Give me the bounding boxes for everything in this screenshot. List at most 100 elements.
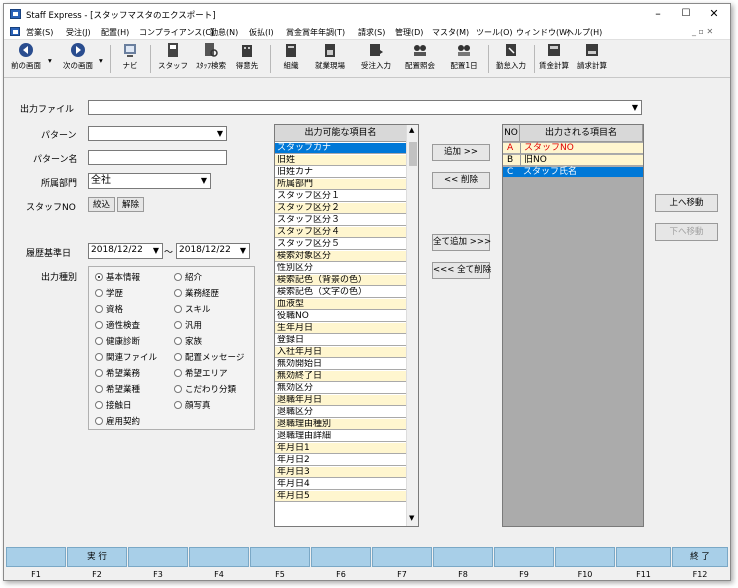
available-item[interactable]: 性別区分 [275,263,406,274]
minimize-button[interactable]: – [648,6,668,22]
clear-button[interactable]: 解除 [117,197,144,212]
radio-assign-message[interactable]: 配置メッセージ [174,351,244,363]
f6-button[interactable] [311,547,371,567]
f8-button[interactable] [433,547,493,567]
department-select[interactable]: 全社 ▼ [88,173,211,189]
radio-health-check[interactable]: 健康診断 [95,335,140,347]
menu-window[interactable]: ウィンドウ(W) [516,27,570,38]
available-item[interactable]: 入社年月日 [275,347,406,358]
radio-related-file[interactable]: 関連ファイル [95,351,157,363]
menu-payroll[interactable]: 賞金賞年年調(T) [286,27,345,38]
available-item[interactable]: 無効開始日 [275,359,406,370]
f11-button[interactable] [616,547,671,567]
prev-screen-button[interactable]: 前の画面 [6,42,46,71]
radio-contact-date[interactable]: 接触日 [95,399,132,411]
add-button[interactable]: 追加 >> [432,144,490,161]
navi-button[interactable]: ナビ [116,42,144,71]
available-item[interactable]: 退職理由詳細 [275,431,406,442]
menu-advance[interactable]: 仮払(I) [249,27,274,38]
billing-calc-button[interactable]: 請求計算 [574,42,610,71]
payroll-calc-button[interactable]: 賃金計算 [536,42,572,71]
client-button[interactable]: 得意先 [232,42,262,71]
date-to-field[interactable]: 2018/12/22 ▼ [176,243,250,259]
available-item[interactable]: 検索記色（背景の色） [275,275,406,286]
radio-work-history[interactable]: 業務経歴 [174,287,219,299]
next-dropdown-icon[interactable]: ▾ [99,56,103,65]
available-item[interactable]: 無効区分 [275,383,406,394]
chevron-down-icon[interactable]: ▼ [150,244,162,257]
pattern-select[interactable]: ▼ [88,126,227,141]
available-item[interactable]: 生年月日 [275,323,406,334]
maximize-button[interactable]: ☐ [676,6,696,22]
radio-desired-industry[interactable]: 希望業種 [95,383,140,395]
available-item[interactable]: 年月日2 [275,455,406,466]
radio-skill[interactable]: スキル [174,303,211,315]
available-item[interactable]: 旧姓カナ [275,167,406,178]
output-file-field[interactable]: ▼ [88,100,642,115]
available-item[interactable]: 退職理由種別 [275,419,406,430]
output-row[interactable]: B 旧NO [503,155,643,166]
chevron-down-icon[interactable]: ▼ [237,244,249,257]
radio-qualification[interactable]: 資格 [95,303,123,315]
f1-button[interactable] [6,547,66,567]
available-item[interactable]: 役職NO [275,311,406,322]
available-item[interactable]: 年月日4 [275,479,406,490]
available-item[interactable]: 無効終了日 [275,371,406,382]
attendance-input-button[interactable]: 勤怠入力 [492,42,530,71]
f12-exit-button[interactable]: 終 了 [672,547,728,567]
close-button[interactable]: ✕ [704,6,724,22]
available-item[interactable]: スタッフ区分４ [275,227,406,238]
radio-employment-contract[interactable]: 雇用契約 [95,415,140,427]
prev-dropdown-icon[interactable]: ▾ [48,56,52,65]
assignment-day-button[interactable]: 配置1日 [444,42,484,71]
available-item[interactable]: 検索記色（文字の色） [275,287,406,298]
available-item[interactable]: 登録日 [275,335,406,346]
menu-billing[interactable]: 請求(S) [358,27,385,38]
radio-desired-work[interactable]: 希望業務 [95,367,140,379]
f5-button[interactable] [250,547,310,567]
radio-basic-info[interactable]: 基本情報 [95,271,140,283]
scroll-up-icon[interactable]: ▲ [409,126,414,134]
next-screen-button[interactable]: 次の画面 [58,42,98,71]
radio-preference-class[interactable]: こだわり分類 [174,383,236,395]
available-item[interactable]: 所属部門 [275,179,406,190]
pattern-name-field[interactable] [88,150,227,165]
available-item[interactable]: 検索対象区分 [275,251,406,262]
remove-all-button[interactable]: <<< 全て削除 [432,262,491,279]
radio-aptitude-test[interactable]: 適性検査 [95,319,140,331]
f3-button[interactable] [128,547,188,567]
available-item[interactable]: 年月日5 [275,491,406,502]
radio-photo[interactable]: 顔写真 [174,399,211,411]
radio-general[interactable]: 汎用 [174,319,202,331]
add-all-button[interactable]: 全て追加 >>> [432,234,491,251]
available-item[interactable]: スタッフ区分１ [275,191,406,202]
available-item[interactable]: スタッフ区分５ [275,239,406,250]
f7-button[interactable] [372,547,432,567]
menu-assign[interactable]: 配置(H) [101,27,129,38]
scroll-thumb[interactable] [409,142,417,166]
available-item[interactable]: スタッフカナ [275,143,406,154]
menu-admin[interactable]: 管理(D) [395,27,423,38]
staff-button[interactable]: スタッフ [156,42,190,71]
available-item[interactable]: 年月日1 [275,443,406,454]
work-site-button[interactable]: 就業現場 [310,42,350,71]
menu-master[interactable]: マスタ(M) [432,27,469,38]
menu-sales[interactable]: 営業(S) [26,27,53,38]
output-items-list[interactable]: NO 出力される項目名 A スタッフNO B 旧NO C スタッフ氏名 [502,124,644,527]
menu-help[interactable]: ヘルプ(H) [566,27,602,38]
chevron-down-icon[interactable]: ▼ [214,127,226,140]
menu-attendance[interactable]: 勤怠(N) [210,27,238,38]
available-item[interactable]: 退職区分 [275,407,406,418]
menu-order[interactable]: 受注(J) [66,27,91,38]
available-item[interactable]: 旧姓 [275,155,406,166]
move-up-button[interactable]: 上へ移動 [655,194,718,212]
available-item[interactable]: 年月日3 [275,467,406,478]
f2-execute-button[interactable]: 実 行 [67,547,127,567]
available-item[interactable]: スタッフ区分２ [275,203,406,214]
order-input-button[interactable]: 受注入力 [356,42,396,71]
remove-button[interactable]: << 削除 [432,172,490,189]
chevron-down-icon[interactable]: ▼ [629,101,641,114]
f9-button[interactable] [494,547,554,567]
menu-compliance[interactable]: コンプライアンス(C) [139,27,214,38]
assignment-view-button[interactable]: 配置照会 [400,42,440,71]
